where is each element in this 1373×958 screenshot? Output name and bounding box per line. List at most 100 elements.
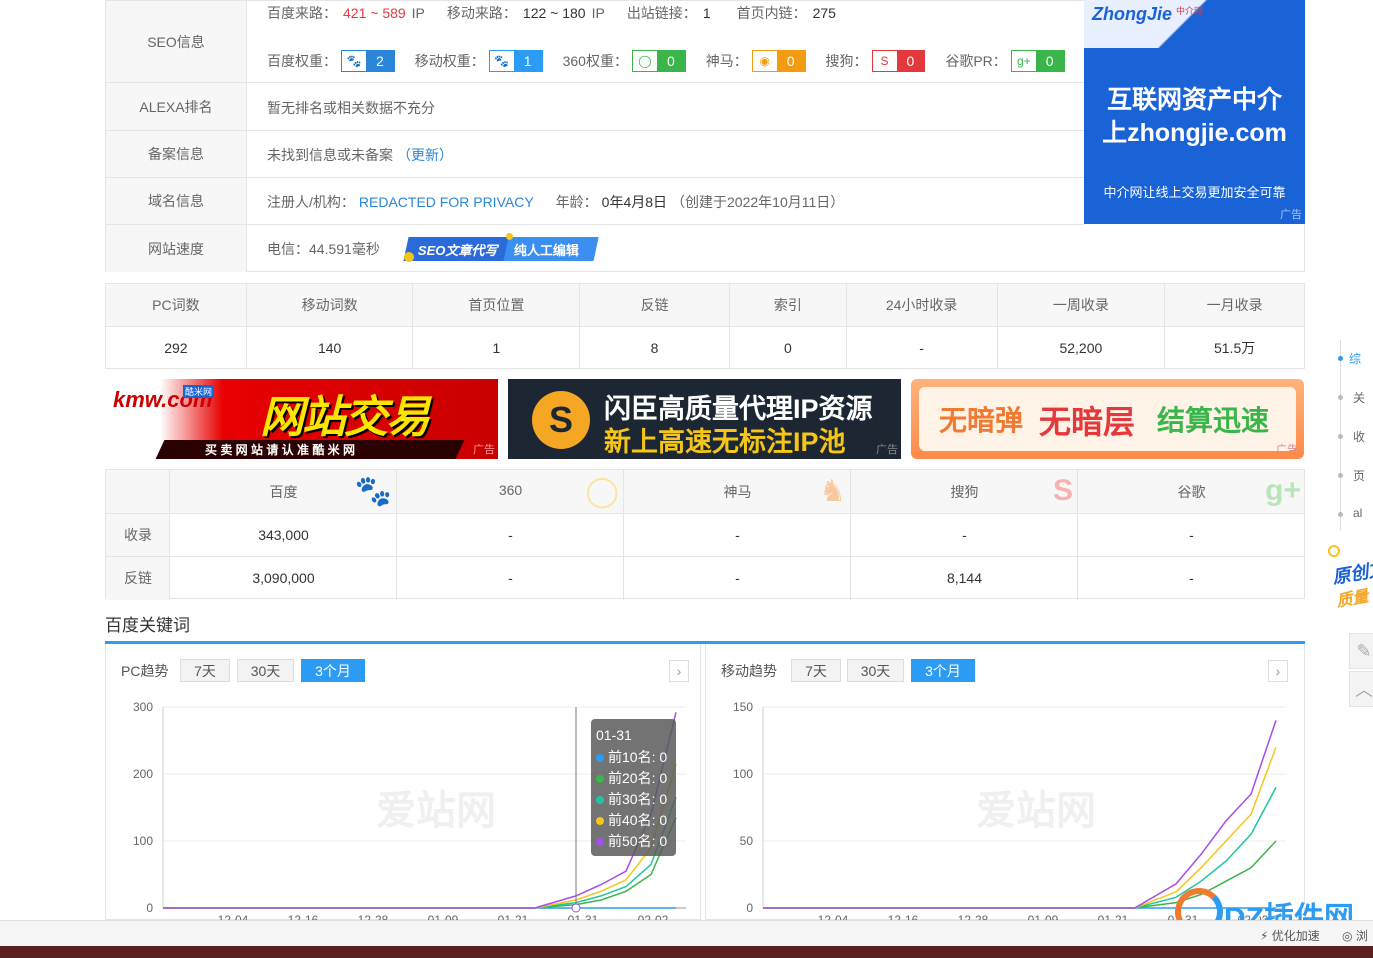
x-tick-label: 02-02 xyxy=(638,913,669,920)
tooltip-row: 前50名: 0 xyxy=(596,831,671,852)
update-link[interactable]: （更新） xyxy=(397,145,453,165)
speed-row: 网站速度 电信：44.591毫秒 SEO文章代写 纯人工编辑 xyxy=(106,225,1084,272)
edit-icon[interactable]: ✎ xyxy=(1349,633,1373,669)
engines-table: 百度 🐾 343,000 3,090,000 360 ◯ - - 神马 ♞ - - 搜狗 S -8,144 谷… xyxy=(105,469,1305,600)
weight-label: 移动权重： xyxy=(414,53,485,69)
seo-writing-ad[interactable]: SEO文章代写 纯人工编辑 xyxy=(403,237,599,261)
right-nav-item[interactable]: 综 xyxy=(1349,350,1361,367)
engine-cell: - xyxy=(508,569,513,586)
engine-column: 谷歌 g+ - - xyxy=(1078,470,1305,600)
legend-dot xyxy=(596,775,604,783)
engine-cell: - xyxy=(1189,569,1194,586)
weight-badge[interactable]: 🐾 2 xyxy=(341,50,395,72)
settlement-ad[interactable]: 无暗弹 无暗层 结算迅速 广告 xyxy=(911,379,1304,459)
shanchen-ip-ad[interactable]: S 闪臣高质量代理IP资源 新上高速无标注IP池 广告 xyxy=(508,379,901,459)
gplus-icon: g+ xyxy=(1265,474,1301,507)
stats-header-cell: 24小时收录 xyxy=(847,284,998,326)
stats-value-cell: 140 xyxy=(247,327,414,369)
x-tick-label: 01-09 xyxy=(428,913,459,920)
stats-value-cell: 292 xyxy=(106,327,247,369)
weight-value: 0 xyxy=(1035,51,1064,71)
legend-dot xyxy=(596,838,604,846)
weight-value: 0 xyxy=(656,51,685,71)
weight-badge[interactable]: S0 xyxy=(871,50,926,72)
weight-badge[interactable]: ◉ 0 xyxy=(751,50,806,72)
sogou-icon: S xyxy=(872,51,897,71)
stats-value-cell: 8 xyxy=(580,327,730,369)
engine-cell: - xyxy=(1189,526,1194,543)
engine-cell: - xyxy=(508,526,513,543)
360-icon: ◯ xyxy=(632,51,657,71)
lightning-icon: S xyxy=(532,391,590,449)
y-tick-label: 50 xyxy=(740,834,754,848)
x-tick-label: 12-28 xyxy=(358,913,389,920)
watermark: 爱站网 xyxy=(376,789,496,833)
360-icon: ◯ xyxy=(585,475,619,508)
engine-column: 360 ◯ - - xyxy=(397,470,624,600)
weight-badge[interactable]: ◯ 0 xyxy=(631,50,686,72)
tooltip-row: 前20名: 0 xyxy=(596,768,671,789)
beian-row: 备案信息 未找到信息或未备案 （更新） xyxy=(106,131,1084,178)
back-to-top-icon[interactable]: ︿ xyxy=(1349,671,1373,707)
right-nav-item[interactable]: 页 xyxy=(1353,467,1365,484)
sogou-icon: S xyxy=(1052,474,1073,507)
x-tick-label: 01-21 xyxy=(1098,913,1129,920)
right-nav-item[interactable]: 收 xyxy=(1353,428,1365,445)
x-tick-label: 12-28 xyxy=(958,913,989,920)
x-tick-label: 12-16 xyxy=(888,913,919,920)
right-nav-item[interactable]: al xyxy=(1353,506,1362,520)
weight-badge[interactable]: g+ 0 xyxy=(1010,50,1065,72)
zhongjie-ad[interactable]: ZhongJie 中介网 互联网资产中介 上zhongjie.com 中介网让线… xyxy=(1084,0,1305,224)
stats-header-cell: PC词数 xyxy=(106,284,247,326)
chart-tooltip: 01-31 前10名: 0 前20名: 0 前30名: 0 前40名: 0 前50名: … xyxy=(591,719,676,856)
paw-icon: 🐾 xyxy=(342,51,366,71)
shenma-icon: ♞ xyxy=(819,475,846,508)
mobile-trend-chart: 爱站网05010015012-04 12-16 12-28 01-09 01-21 01-… xyxy=(733,700,1286,920)
tooltip-row: 前40名: 0 xyxy=(596,810,671,831)
stats-header-cell: 一周收录 xyxy=(998,284,1166,326)
y-tick-label: 200 xyxy=(133,767,153,781)
weight-label: 百度权重： xyxy=(267,53,337,69)
weight-badge[interactable]: 🐾 1 xyxy=(488,50,543,72)
right-nav-item[interactable]: 关 xyxy=(1353,389,1365,406)
baidu-traffic-value: 421 ~ 589 xyxy=(343,5,406,21)
weight-label: 搜狗： xyxy=(825,53,868,69)
domain-row: 域名信息 注册人/机构： REDACTED FOR PRIVACY 年龄： 0年… xyxy=(106,178,1084,225)
engine-column: 神马 ♞ - - xyxy=(624,470,851,600)
pc-trend-panel: PC趋势 7天 30天 3个月 › 爱站网 0 100 200 300 12-04 12-1… xyxy=(105,644,701,920)
stats-value-cell: 51.5万 xyxy=(1213,340,1256,356)
engine-cell: - xyxy=(735,569,740,586)
legend-dot xyxy=(596,754,604,762)
kmw-banner-ad[interactable]: kmw.com 酷米网 网站交易 买 卖 网 站 请 认 准 酷 米 网 广告 xyxy=(105,379,498,459)
engine-cell: 3,090,000 xyxy=(252,569,315,586)
original-quality-badge[interactable]: 原创文 质量 xyxy=(1328,545,1373,625)
shenma-icon: ◉ xyxy=(752,51,777,71)
weight-label: 360权重： xyxy=(562,53,628,69)
weight-value: 1 xyxy=(513,51,542,71)
engine-cell: - xyxy=(735,526,740,543)
taskbar xyxy=(0,946,1373,958)
weight-value: 0 xyxy=(896,51,925,71)
y-tick-label: 300 xyxy=(133,700,153,714)
watermark: 爱站网 xyxy=(976,789,1096,833)
paw-icon: 🐾 xyxy=(489,51,514,71)
x-tick-label: 12-04 xyxy=(818,913,849,920)
engine-header: 神马 xyxy=(723,484,752,500)
hover-point[interactable] xyxy=(571,903,581,913)
seo-info-label: SEO信息 xyxy=(106,1,247,82)
seo-traffic-line: 百度来路： 421 ~ 589 IP 移动来路： 122 ~ 180 IP 出站… xyxy=(267,5,836,21)
engine-cell: 8,144 xyxy=(946,569,983,586)
stats-value-cell: - xyxy=(847,327,998,369)
stats-header-cell: 移动词数 xyxy=(247,284,414,326)
registrant-link[interactable]: REDACTED FOR PRIVACY xyxy=(359,194,534,210)
stats-value-cell: 1 xyxy=(413,327,581,369)
weight-label: 谷歌PR： xyxy=(945,53,1007,69)
x-tick-label: 01-09 xyxy=(1028,913,1059,920)
stats-value-cell: 0 xyxy=(730,327,847,369)
x-tick-label: 12-04 xyxy=(218,913,249,920)
keywords-title: 百度关键词 xyxy=(105,616,190,635)
weights-line: 百度权重： 🐾 2 移动权重： 🐾 1 360权重： ◯ 0 神马： ◉ 0 搜狗： S 0 谷歌PR： g+ 0 xyxy=(267,49,1065,73)
speedup-label[interactable]: ⚡ 优化加速 xyxy=(1260,927,1320,944)
stats-header-cell: 首页位置 xyxy=(413,284,581,326)
legend-dot xyxy=(596,817,604,825)
